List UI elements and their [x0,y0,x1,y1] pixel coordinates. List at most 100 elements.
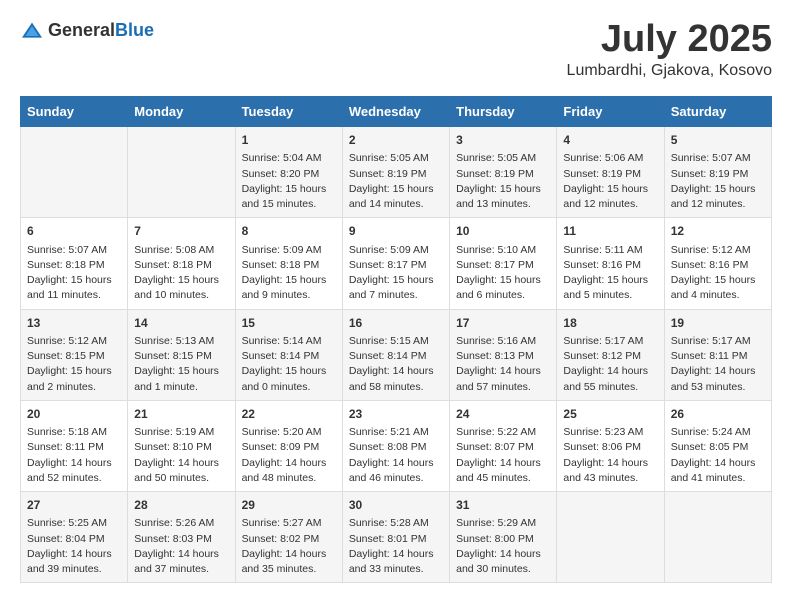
day-info: Daylight: 15 hours and 2 minutes. [27,364,121,394]
day-info: Sunset: 8:13 PM [456,349,550,364]
day-info: Sunrise: 5:07 AM [27,243,121,258]
day-number: 18 [563,315,657,332]
day-number: 25 [563,406,657,423]
calendar-cell: 12Sunrise: 5:12 AMSunset: 8:16 PMDayligh… [664,218,771,309]
day-number: 30 [349,497,443,514]
day-number: 6 [27,223,121,240]
week-row-3: 13Sunrise: 5:12 AMSunset: 8:15 PMDayligh… [21,309,772,400]
calendar-cell: 27Sunrise: 5:25 AMSunset: 8:04 PMDayligh… [21,492,128,583]
day-info: Sunrise: 5:24 AM [671,425,765,440]
day-info: Sunrise: 5:15 AM [349,334,443,349]
day-info: Sunset: 8:16 PM [563,258,657,273]
day-number: 15 [242,315,336,332]
day-number: 17 [456,315,550,332]
day-info: Sunrise: 5:08 AM [134,243,228,258]
day-info: Daylight: 15 hours and 1 minute. [134,364,228,394]
calendar-cell: 21 Sunrise: 5:19 AMSunset: 8:10 PMDayligh… [128,400,235,491]
day-info: Sunset: 8:19 PM [456,167,550,182]
calendar-cell: 1Sunrise: 5:04 AMSunset: 8:20 PMDaylight… [235,127,342,218]
day-info: Sunrise: 5:09 AM [349,243,443,258]
day-info: Sunrise: 5:19 AM [134,425,228,440]
day-number: 20 [27,406,121,423]
day-number: 26 [671,406,765,423]
day-info: Daylight: 15 hours and 5 minutes. [563,273,657,303]
calendar-cell: 20Sunrise: 5:18 AMSunset: 8:11 PMDayligh… [21,400,128,491]
day-number: 3 [456,132,550,149]
day-info: Daylight: 15 hours and 7 minutes. [349,273,443,303]
day-info: Sunset: 8:12 PM [563,349,657,364]
day-info: Sunrise: 5:18 AM [27,425,121,440]
day-info: Sunset: 8:03 PM [134,532,228,547]
day-info: Daylight: 14 hours and 35 minutes. [242,547,336,577]
calendar-cell: 14Sunrise: 5:13 AMSunset: 8:15 PMDayligh… [128,309,235,400]
day-number: 12 [671,223,765,240]
header-tuesday: Tuesday [235,97,342,127]
day-info: Sunset: 8:18 PM [242,258,336,273]
day-info: Daylight: 14 hours and 55 minutes. [563,364,657,394]
day-info: Sunset: 8:11 PM [671,349,765,364]
day-info: Sunrise: 5:10 AM [456,243,550,258]
day-info: Sunset: 8:18 PM [27,258,121,273]
day-info: Sunrise: 5:22 AM [456,425,550,440]
calendar-cell: 10Sunrise: 5:10 AMSunset: 8:17 PMDayligh… [450,218,557,309]
day-info: Sunrise: 5:05 AM [349,151,443,166]
day-number: 23 [349,406,443,423]
day-info: Daylight: 14 hours and 46 minutes. [349,456,443,486]
day-number: 1 [242,132,336,149]
day-info: Daylight: 15 hours and 0 minutes. [242,364,336,394]
calendar-cell: 18Sunrise: 5:17 AMSunset: 8:12 PMDayligh… [557,309,664,400]
day-info: Daylight: 14 hours and 30 minutes. [456,547,550,577]
day-info: Daylight: 14 hours and 57 minutes. [456,364,550,394]
day-number: 21 [134,406,228,423]
day-info: Daylight: 15 hours and 9 minutes. [242,273,336,303]
day-info: Sunset: 8:15 PM [134,349,228,364]
day-info: Sunset: 8:09 PM [242,440,336,455]
calendar-cell [128,127,235,218]
day-info: Sunrise: 5:17 AM [671,334,765,349]
calendar-cell: 19Sunrise: 5:17 AMSunset: 8:11 PMDayligh… [664,309,771,400]
calendar-cell: 7 Sunrise: 5:08 AMSunset: 8:18 PMDaylight… [128,218,235,309]
day-info: Sunrise: 5:23 AM [563,425,657,440]
day-info: Daylight: 14 hours and 50 minutes. [134,456,228,486]
day-info: Daylight: 15 hours and 11 minutes. [27,273,121,303]
day-info: Sunset: 8:15 PM [27,349,121,364]
day-info: Sunset: 8:19 PM [349,167,443,182]
day-info: Sunset: 8:18 PM [134,258,228,273]
calendar-cell: 17 Sunrise: 5:16 AMSunset: 8:13 PMDayligh… [450,309,557,400]
day-info: Daylight: 15 hours and 4 minutes. [671,273,765,303]
location-title: Lumbardhi, Gjakova, Kosovo [567,62,772,80]
day-info: Sunset: 8:06 PM [563,440,657,455]
day-number: 7 [134,223,228,240]
day-info: Sunset: 8:00 PM [456,532,550,547]
week-row-2: 6Sunrise: 5:07 AMSunset: 8:18 PMDaylight… [21,218,772,309]
header-sunday: Sunday [21,97,128,127]
day-info: Daylight: 14 hours and 41 minutes. [671,456,765,486]
day-number: 16 [349,315,443,332]
day-info: Sunrise: 5:09 AM [242,243,336,258]
day-info: Sunrise: 5:12 AM [27,334,121,349]
logo-text-blue: Blue [115,20,154,40]
day-info: Daylight: 15 hours and 10 minutes. [134,273,228,303]
day-info: Sunset: 8:08 PM [349,440,443,455]
calendar-cell: 30Sunrise: 5:28 AMSunset: 8:01 PMDayligh… [342,492,449,583]
day-info: Sunset: 8:17 PM [349,258,443,273]
day-info: Sunset: 8:10 PM [134,440,228,455]
day-number: 14 [134,315,228,332]
header-thursday: Thursday [450,97,557,127]
header-saturday: Saturday [664,97,771,127]
calendar-cell [664,492,771,583]
calendar-cell: 8Sunrise: 5:09 AMSunset: 8:18 PMDaylight… [235,218,342,309]
day-info: Daylight: 14 hours and 37 minutes. [134,547,228,577]
calendar-cell: 5Sunrise: 5:07 AMSunset: 8:19 PMDaylight… [664,127,771,218]
day-info: Sunset: 8:02 PM [242,532,336,547]
calendar-cell: 9Sunrise: 5:09 AMSunset: 8:17 PMDaylight… [342,218,449,309]
calendar-cell: 29Sunrise: 5:27 AMSunset: 8:02 PMDayligh… [235,492,342,583]
day-info: Sunset: 8:04 PM [27,532,121,547]
day-number: 24 [456,406,550,423]
calendar-cell: 23Sunrise: 5:21 AMSunset: 8:08 PMDayligh… [342,400,449,491]
day-info: Sunset: 8:05 PM [671,440,765,455]
day-info: Sunrise: 5:16 AM [456,334,550,349]
header-monday: Monday [128,97,235,127]
day-info: Daylight: 14 hours and 43 minutes. [563,456,657,486]
calendar-cell: 13Sunrise: 5:12 AMSunset: 8:15 PMDayligh… [21,309,128,400]
